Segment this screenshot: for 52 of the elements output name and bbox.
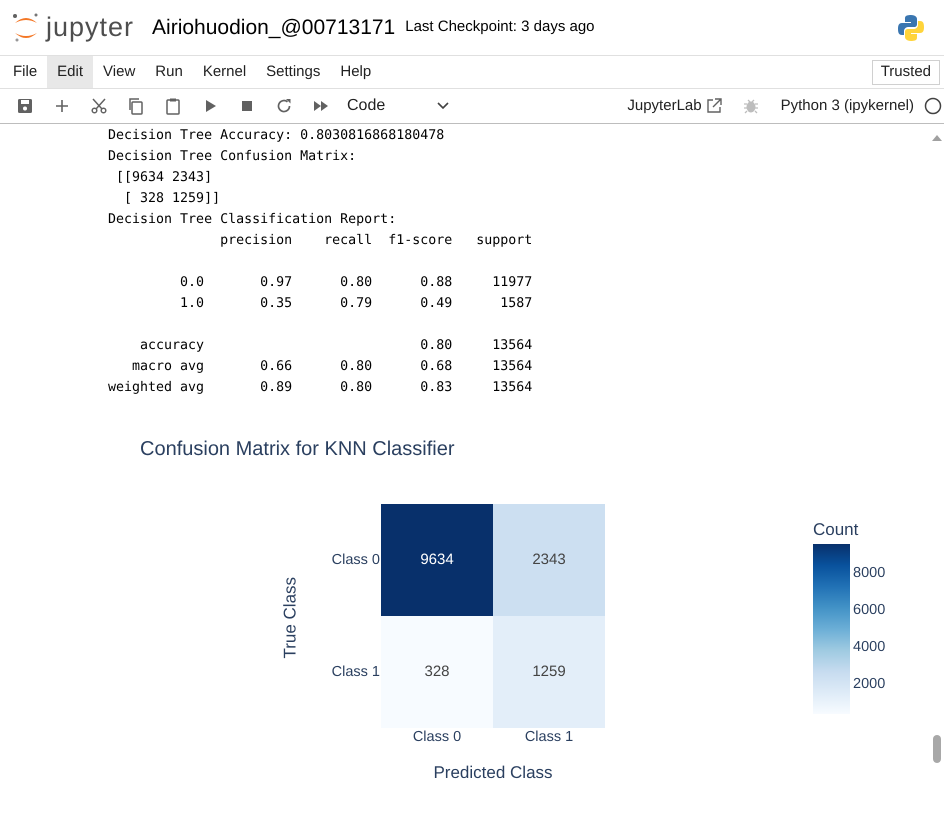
y-axis-title: True Class xyxy=(279,576,300,661)
colorbar-tick-label: 8000 xyxy=(853,566,886,580)
external-link-icon xyxy=(706,98,722,114)
x-axis-label: Class 1 xyxy=(524,728,574,747)
clipboard-icon xyxy=(164,97,182,115)
output-text-line: 1.0 0.35 0.79 0.49 1587 xyxy=(179,295,534,313)
restart-icon xyxy=(274,97,292,115)
output-text-line: weighted avg 0.89 0.80 0.83 13564 xyxy=(108,379,534,397)
colorbar-tick-label: 4000 xyxy=(853,640,886,654)
scissors-icon xyxy=(90,97,108,115)
heatmap-cell: 9634 xyxy=(381,504,493,616)
colorbar-tick-label: 2000 xyxy=(853,677,886,692)
colorbar-title: Count xyxy=(813,519,858,541)
cell-type-dropdown[interactable]: Code xyxy=(343,92,453,120)
output-text-line: [ 328 1259]] xyxy=(123,190,222,208)
y-axis-label: Class 1 xyxy=(330,663,380,682)
output-text-line: precision recall f1-score support xyxy=(219,232,534,250)
chevron-down-icon xyxy=(437,102,449,110)
python-logo-icon xyxy=(896,12,926,42)
heatmap-cell: 1259 xyxy=(493,616,605,728)
colorbar-tick-label: 6000 xyxy=(853,603,886,618)
output-text-line: macro avg 0.66 0.80 0.68 13564 xyxy=(131,358,534,376)
output-text-line: 0.0 0.97 0.80 0.88 11977 xyxy=(179,274,534,292)
notebook-title[interactable]: Airiohuodion_@00713171 xyxy=(152,12,396,44)
logo-wordmark: jupyter xyxy=(46,14,134,41)
jupyter-logo-icon xyxy=(12,12,40,42)
menu-item[interactable]: Run xyxy=(145,56,193,88)
jupyterlab-link[interactable]: JupyterLab xyxy=(627,94,722,118)
scroll-up-icon[interactable] xyxy=(932,135,942,141)
menu-item[interactable]: Kernel xyxy=(192,56,256,88)
output-text-line: accuracy 0.80 13564 xyxy=(139,337,534,355)
heatmap-cell: 2343 xyxy=(493,504,605,616)
output-text-line: Decision Tree Confusion Matrix: xyxy=(108,148,358,166)
save-icon xyxy=(16,97,34,115)
x-axis-title: Predicted Class xyxy=(432,762,554,784)
output-text-line: Decision Tree Accuracy: 0.8030816868180478 xyxy=(108,127,446,145)
output-text-line: [[9634 2343] xyxy=(115,169,214,187)
kernel-name[interactable]: Python 3 (ipykernel) xyxy=(780,94,914,118)
menu-item[interactable]: View xyxy=(93,56,146,88)
chart-title: Confusion Matrix for KNN Classifier xyxy=(140,437,455,462)
output-text-line: Decision Tree Classification Report: xyxy=(108,211,398,229)
copy-icon xyxy=(126,97,144,115)
heatmap-cell: 328 xyxy=(381,616,493,728)
menu-item[interactable]: File xyxy=(3,56,48,88)
menu-item[interactable]: Edit xyxy=(47,56,94,88)
menu-item[interactable]: Help xyxy=(330,56,382,88)
trusted-indicator[interactable]: Trusted xyxy=(872,60,940,84)
x-axis-label: Class 0 xyxy=(412,728,462,747)
scrollbar-thumb[interactable] xyxy=(933,735,941,763)
checkpoint-status: Last Checkpoint: 3 days ago xyxy=(405,17,595,38)
menu-item[interactable]: Settings xyxy=(256,56,330,88)
y-axis-label: Class 0 xyxy=(330,551,380,570)
